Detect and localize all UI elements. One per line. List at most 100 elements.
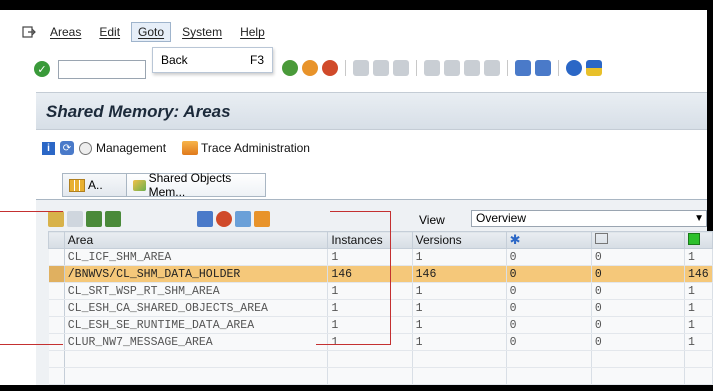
goto-dropdown-menu[interactable]: Back F3: [152, 47, 273, 73]
menu-bar: Areas Edit Goto System Help: [22, 18, 707, 46]
column-header-status[interactable]: [683, 231, 713, 249]
page-title: Shared Memory: Areas: [46, 102, 231, 121]
image-icon: [594, 233, 608, 244]
select-all-icon[interactable]: [67, 211, 83, 227]
back-icon[interactable]: [282, 60, 298, 76]
layout-icon[interactable]: [197, 211, 213, 227]
view-label: View: [419, 213, 445, 227]
refresh-icon[interactable]: ⟳: [60, 141, 74, 155]
column-header-settings[interactable]: ✱: [505, 231, 592, 249]
cell-area: CL_ESH_CA_SHARED_OBJECTS_AREA: [64, 299, 329, 317]
annotation-line: [316, 344, 391, 345]
shortcut-icon[interactable]: [535, 60, 551, 76]
cell-col4: 0: [506, 316, 592, 334]
delete-icon[interactable]: [235, 211, 251, 227]
cell-instances: 1: [327, 299, 413, 317]
column-header-instances[interactable]: Instances: [327, 231, 413, 249]
cell-versions: 1: [412, 248, 507, 266]
table-row[interactable]: CL_ESH_CA_SHARED_OBJECTS_AREA 1 1 0 0 1: [48, 299, 713, 317]
first-page-icon[interactable]: [424, 60, 440, 76]
row-selector[interactable]: [48, 299, 65, 317]
cell-col6: 1: [684, 333, 713, 351]
table-row-selected[interactable]: /BNWVS/CL_SHM_DATA_HOLDER 146 146 0 0 14…: [48, 265, 713, 283]
table-row[interactable]: CLUR_NW7_MESSAGE_AREA 1 1 0 0 1: [48, 333, 713, 351]
column-header-area[interactable]: Area: [63, 231, 329, 249]
toolbar-icons: [282, 60, 602, 76]
menu-help[interactable]: Help: [240, 25, 265, 39]
trace-icon[interactable]: [182, 141, 199, 155]
areas-table: Area Instances Versions ✱ CL_ICF_SHM_ARE…: [48, 231, 713, 385]
cancel-icon[interactable]: [322, 60, 338, 76]
gear-icon: ✱: [509, 232, 521, 247]
cell-col4: 0: [506, 282, 592, 300]
cell-col4: 0: [506, 248, 592, 266]
find-next-icon[interactable]: [393, 60, 409, 76]
record-icon[interactable]: [216, 211, 232, 227]
command-field[interactable]: [58, 59, 146, 79]
table-row[interactable]: CL_ESH_SE_RUNTIME_DATA_AREA 1 1 0 0 1: [48, 316, 713, 334]
cell-versions: 1: [412, 333, 507, 351]
tab-areas-label: A..: [88, 178, 103, 192]
exit-icon[interactable]: [22, 26, 36, 38]
cell-col6: 146: [684, 265, 713, 283]
menu-edit[interactable]: Edit: [99, 25, 120, 39]
next-page-icon[interactable]: [464, 60, 480, 76]
status-green-icon: [687, 232, 700, 245]
table-row[interactable]: CL_SRT_WSP_RT_SHM_AREA 1 1 0 0 1: [48, 282, 713, 300]
cell-area: CL_ICF_SHM_AREA: [64, 248, 329, 266]
column-header-image[interactable]: [590, 231, 685, 249]
cell-col6: 1: [684, 316, 713, 334]
row-selector[interactable]: [48, 265, 65, 283]
management-radio-icon[interactable]: [79, 141, 92, 155]
sort-ascending-icon[interactable]: [86, 211, 102, 227]
details-icon[interactable]: [48, 211, 64, 227]
row-selector[interactable]: [48, 248, 65, 266]
management-button[interactable]: Management: [96, 141, 166, 155]
previous-page-icon[interactable]: [444, 60, 460, 76]
cell-col4: 0: [506, 265, 592, 283]
alv-toolbar: [48, 211, 270, 227]
cell-col5: 0: [591, 282, 685, 300]
exit-circle-icon[interactable]: [302, 60, 318, 76]
enter-check-icon[interactable]: ✓: [34, 61, 50, 77]
cell-instances: 146: [327, 265, 413, 283]
row-selector-header[interactable]: [48, 231, 65, 249]
cell-versions: 1: [412, 299, 507, 317]
info-icon[interactable]: i: [42, 141, 55, 155]
table-row[interactable]: CL_ICF_SHM_AREA 1 1 0 0 1: [48, 248, 713, 266]
cell-col6: 1: [684, 248, 713, 266]
filter-icon[interactable]: [105, 211, 121, 227]
cell-versions: 146: [412, 265, 507, 283]
help-icon[interactable]: [566, 60, 582, 76]
view-select[interactable]: Overview ▼: [471, 210, 707, 227]
row-selector[interactable]: [48, 333, 65, 351]
column-header-versions[interactable]: Versions: [411, 231, 507, 249]
new-session-icon[interactable]: [515, 60, 531, 76]
print-icon[interactable]: [353, 60, 369, 76]
cell-col4: 0: [506, 333, 592, 351]
menu-system[interactable]: System: [182, 25, 222, 39]
annotation-line: [390, 211, 391, 345]
cell-col5: 0: [591, 265, 685, 283]
toolbar-separator: [416, 60, 417, 76]
chevron-down-icon[interactable]: ▼: [694, 211, 704, 226]
cell-col5: 0: [591, 333, 685, 351]
last-page-icon[interactable]: [484, 60, 500, 76]
menu-item-back[interactable]: Back: [161, 53, 188, 67]
tab-areas[interactable]: A..: [62, 173, 128, 197]
layout-menu-icon[interactable]: [586, 60, 602, 76]
hierarchy-icon[interactable]: [254, 211, 270, 227]
row-selector[interactable]: [48, 316, 65, 334]
cell-instances: 1: [327, 282, 413, 300]
menu-areas[interactable]: Areas: [50, 25, 81, 39]
trace-administration-button[interactable]: Trace Administration: [201, 141, 310, 155]
cell-area: /BNWVS/CL_SHM_DATA_HOLDER: [64, 265, 329, 283]
table-header-row: Area Instances Versions ✱: [48, 231, 713, 249]
cell-instances: 1: [327, 333, 413, 351]
menu-goto[interactable]: Goto: [131, 22, 172, 42]
row-selector[interactable]: [48, 282, 65, 300]
find-icon[interactable]: [373, 60, 389, 76]
table-row-empty: [48, 367, 713, 385]
tab-shared-objects-memory[interactable]: Shared Objects Mem...: [126, 171, 266, 199]
toolbar-separator: [558, 60, 559, 76]
